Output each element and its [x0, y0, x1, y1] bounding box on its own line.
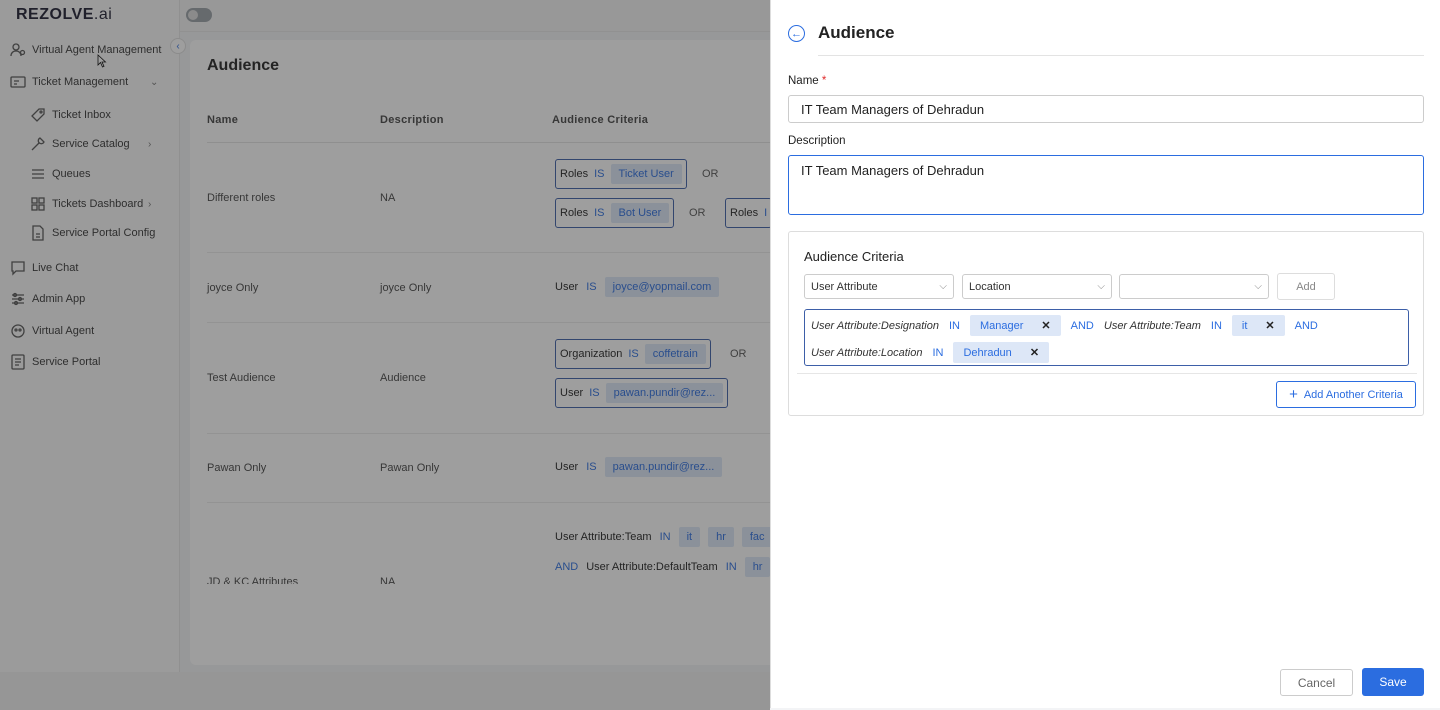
select-value: Location	[969, 280, 1011, 293]
attribute-type-select[interactable]: User Attribute ⌵	[804, 274, 954, 299]
condition-operator: IN	[932, 346, 944, 359]
name-label: Name *	[788, 75, 826, 87]
save-button[interactable]: Save	[1362, 668, 1424, 696]
condition-operator: IN	[949, 319, 960, 332]
condition-chip: Dehradun ✕	[953, 342, 1050, 363]
criteria-line: User Attribute:Designation IN Manager ✕ …	[811, 315, 1318, 336]
button-label: Add Another Criteria	[1303, 388, 1403, 401]
select-value: User Attribute	[811, 280, 878, 293]
modal-overlay[interactable]	[0, 0, 770, 710]
remove-chip-icon[interactable]: ✕	[1265, 319, 1274, 332]
audience-criteria-panel: Audience Criteria User Attribute ⌵ Locat…	[788, 231, 1424, 416]
condition-attribute: User Attribute:Team	[1103, 319, 1201, 332]
name-input[interactable]	[788, 95, 1424, 123]
criteria-panel-title: Audience Criteria	[804, 249, 904, 264]
criteria-divider	[797, 373, 1417, 374]
plus-icon: +	[1289, 386, 1298, 403]
chip-label: it	[1241, 319, 1248, 332]
audience-edit-drawer: ← Audience Name * Description IT Team Ma…	[770, 0, 1440, 708]
drawer-title: Audience	[818, 23, 895, 42]
remove-chip-icon[interactable]: ✕	[1041, 319, 1050, 332]
chevron-down-icon: ⌵	[1254, 281, 1262, 292]
attribute-value-select[interactable]: ⌵	[1119, 274, 1269, 299]
add-button[interactable]: Add	[1277, 273, 1335, 300]
chevron-down-icon: ⌵	[939, 281, 947, 292]
description-label: Description	[788, 135, 846, 147]
add-another-criteria-button[interactable]: + Add Another Criteria	[1276, 381, 1416, 408]
condition-attribute: User Attribute:Location	[811, 346, 923, 359]
chevron-down-icon: ⌵	[1097, 281, 1105, 292]
criteria-line: User Attribute:Location IN Dehradun ✕	[811, 342, 1050, 363]
description-textarea[interactable]: IT Team Managers of Dehradun	[788, 155, 1424, 215]
condition-chip: Manager ✕	[970, 315, 1061, 336]
remove-chip-icon[interactable]: ✕	[1030, 346, 1039, 359]
attribute-name-select[interactable]: Location ⌵	[962, 274, 1112, 299]
name-label-text: Name	[788, 75, 819, 87]
required-marker: *	[821, 75, 827, 87]
condition-operator: IN	[1210, 319, 1222, 332]
and-connector: AND	[1294, 319, 1318, 332]
drawer-divider	[818, 55, 1424, 56]
and-connector: AND	[1070, 319, 1094, 332]
chip-label: Manager	[980, 319, 1024, 332]
criteria-conditions-area[interactable]: User Attribute:Designation IN Manager ✕ …	[804, 309, 1409, 366]
cancel-button[interactable]: Cancel	[1280, 669, 1353, 696]
chip-label: Dehradun	[963, 346, 1012, 359]
condition-attribute: User Attribute:Designation	[811, 319, 939, 332]
condition-chip: it ✕	[1231, 315, 1285, 336]
back-arrow-icon[interactable]: ←	[788, 25, 805, 42]
